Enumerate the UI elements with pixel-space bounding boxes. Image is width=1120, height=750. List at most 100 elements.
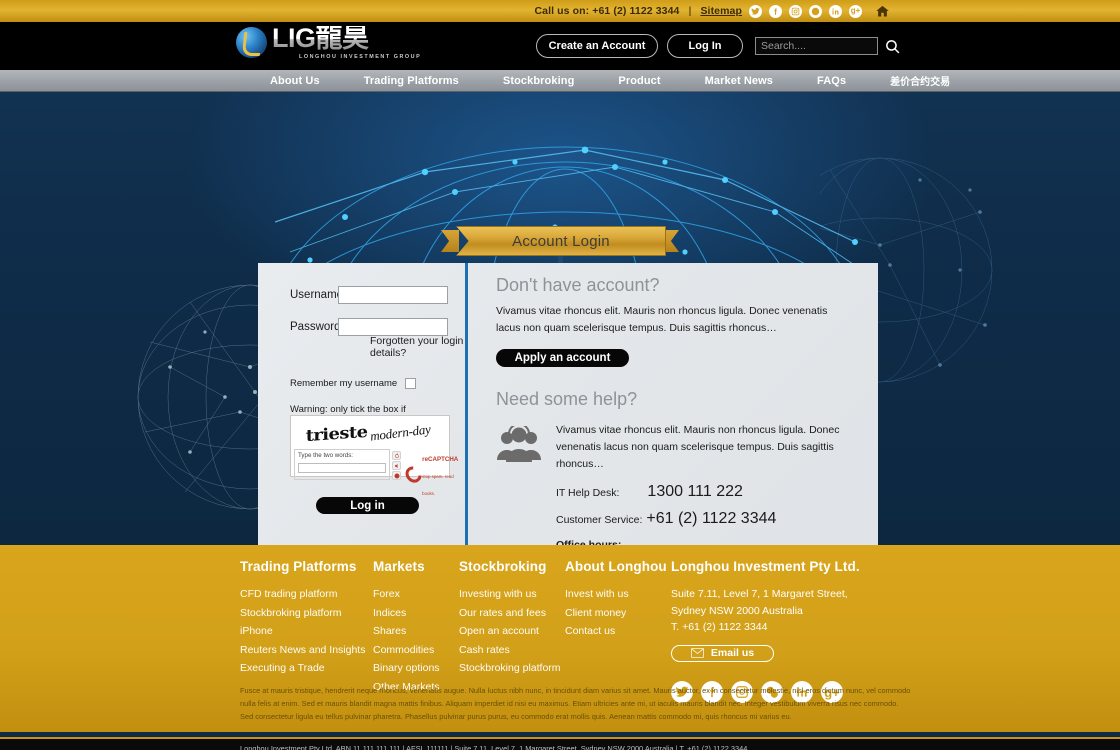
need-help-body: Vivamus vitae rhoncus elit. Mauris non r… (556, 423, 840, 471)
footer-column-company: Longhou Investment Pty Ltd. Suite 7.11, … (671, 559, 891, 704)
instagram-icon[interactable] (789, 4, 802, 18)
search-input[interactable] (755, 37, 878, 55)
captcha-refresh-icon[interactable] (392, 451, 401, 460)
password-input[interactable] (338, 318, 448, 336)
recaptcha-widget[interactable]: trieste modern-day Type the two words: r… (290, 415, 458, 495)
footer-link-shares[interactable]: Shares (373, 625, 459, 637)
globe-wireframe-top-icon (274, 146, 866, 282)
footer-link-cash-rates[interactable]: Cash rates (459, 644, 565, 656)
captcha-word-1: trieste (305, 421, 368, 445)
footer-bottom-bar: Longhou Investment Pty Ltd. ABN 11 111 1… (0, 737, 1120, 750)
footer-link-commodities[interactable]: Commodities (373, 644, 459, 656)
footer-link-investing-with-us[interactable]: Investing with us (459, 588, 565, 600)
footer-heading-about-longhou: About Longhou (565, 559, 667, 574)
footer-column-trading-platforms: Trading Platforms CFD trading platform S… (240, 559, 373, 703)
footer-link-forex[interactable]: Forex (373, 588, 459, 600)
footer-column-markets: Markets Forex Indices Shares Commodities… (373, 559, 459, 703)
site-header: LIG龍昊 LONGHOU INVESTMENT GROUP Create an… (0, 22, 1120, 70)
footer-link-our-rates-and-fees[interactable]: Our rates and fees (459, 607, 565, 619)
envelope-icon (691, 648, 704, 658)
site-footer: Trading Platforms CFD trading platform S… (0, 545, 1120, 732)
it-help-desk-value: 1300 111 222 (647, 482, 743, 500)
customer-service-label: Customer Service: (556, 513, 643, 526)
it-help-desk-label: IT Help Desk: (556, 486, 620, 499)
footer-link-client-money[interactable]: Client money (565, 607, 671, 619)
footer-heading-stockbroking: Stockbroking (459, 559, 547, 574)
nav-item-about-us[interactable]: About Us (248, 75, 342, 87)
footer-company-name: Longhou Investment Pty Ltd. (671, 559, 860, 574)
linkedin-icon[interactable] (829, 4, 842, 18)
footer-column-about-longhou: About Longhou Invest with us Client mone… (565, 559, 671, 703)
captcha-audio-icon[interactable] (392, 461, 401, 470)
login-panel: Username Password Forgotten your login d… (258, 263, 878, 545)
footer-link-iphone[interactable]: iPhone (240, 625, 373, 637)
captcha-input[interactable] (298, 462, 386, 473)
password-label: Password (290, 321, 341, 333)
top-utility-bar: Call us on: +61 (2) 1122 3344 | Sitemap … (0, 0, 1120, 22)
dont-have-account-body: Vivamus vitae rhoncus elit. Mauris non r… (496, 305, 828, 335)
nav-item-trading-platforms[interactable]: Trading Platforms (342, 75, 481, 87)
footer-link-reuters-news[interactable]: Reuters News and Insights (240, 644, 373, 656)
site-logo[interactable]: LIG龍昊 LONGHOU INVESTMENT GROUP (236, 25, 422, 60)
apply-an-account-button[interactable]: Apply an account (496, 348, 629, 367)
recaptcha-challenge-image: trieste modern-day (294, 419, 446, 447)
footer-heading-markets: Markets (373, 559, 425, 574)
page-root: Call us on: +61 (2) 1122 3344 | Sitemap … (0, 0, 1120, 750)
footer-heading-trading-platforms: Trading Platforms (240, 559, 357, 574)
panel-info-column: Don't have account? Vivamus vitae rhoncu… (468, 263, 878, 545)
recaptcha-brand: reCAPTCHA (422, 456, 459, 463)
footer-phone: T. +61 (2) 1122 3344 (671, 621, 768, 634)
footer-address-line-2: Sydney NSW 2000 Australia (671, 604, 803, 617)
googleplus-icon[interactable]: g+ (849, 4, 862, 18)
recaptcha-logo: reCAPTCHA stop spam. read books. (402, 449, 460, 499)
remember-username-checkbox[interactable] (405, 378, 417, 389)
login-form: Username Password Forgotten your login d… (258, 263, 468, 545)
nav-item-product[interactable]: Product (596, 75, 682, 87)
footer-link-executing-a-trade[interactable]: Executing a Trade (240, 662, 373, 674)
footer-link-indices[interactable]: Indices (373, 607, 459, 619)
page-title-ribbon: Account Login (456, 226, 666, 256)
dont-have-account-heading: Don't have account? (496, 275, 660, 295)
captcha-word-2: modern-day (369, 421, 432, 444)
nav-item-stockbroking[interactable]: Stockbroking (481, 75, 597, 87)
create-account-button[interactable]: Create an Account (536, 34, 658, 58)
nav-item-market-news[interactable]: Market News (683, 75, 795, 87)
support-team-icon (496, 422, 542, 545)
username-label: Username (290, 289, 344, 301)
footer-legal-line: Longhou Investment Pty Ltd. ABN 11 111 1… (240, 744, 748, 750)
log-in-submit-button[interactable]: Log in (316, 497, 419, 514)
footer-link-stockbroking-platform-2[interactable]: Stockbroking platform (459, 662, 565, 674)
home-icon[interactable] (875, 4, 890, 19)
remember-username-label: Remember my username (290, 378, 398, 389)
email-us-label: Email us (710, 647, 755, 660)
logo-tagline: LONGHOU INVESTMENT GROUP (299, 53, 422, 60)
captcha-help-icon[interactable] (392, 471, 401, 480)
call-us-text: Call us on: +61 (2) 1122 3344 (534, 5, 680, 17)
nav-item-faqs[interactable]: FAQs (795, 75, 868, 87)
nav-item-cfd-chinese[interactable]: 差价合约交易 (868, 73, 972, 88)
footer-link-binary-options[interactable]: Binary options (373, 662, 459, 674)
customer-service-value: +61 (2) 1122 3344 (646, 509, 777, 527)
twitter-icon[interactable] (749, 4, 762, 18)
need-help-heading: Need some help? (496, 388, 638, 409)
log-in-button[interactable]: Log In (667, 34, 743, 58)
logo-wordmark: LIG龍昊 (272, 25, 421, 52)
email-us-button[interactable]: Email us (671, 644, 774, 662)
search-icon[interactable] (884, 38, 901, 55)
footer-link-invest-with-us[interactable]: Invest with us (565, 588, 671, 600)
sitemap-link[interactable]: Sitemap (700, 5, 742, 17)
footer-link-contact-us[interactable]: Contact us (565, 625, 671, 637)
footer-link-stockbroking-platform[interactable]: Stockbroking platform (240, 607, 373, 619)
skype-icon[interactable] (809, 4, 822, 18)
footer-link-cfd-trading-platform[interactable]: CFD trading platform (240, 588, 373, 600)
footer-disclaimer: Fusce at mauris tristique, hendrerit neq… (240, 686, 911, 721)
footer-address-line-1: Suite 7.11, Level 7, 1 Margaret Street, (671, 588, 848, 600)
footer-link-open-an-account[interactable]: Open an account (459, 625, 565, 637)
captcha-hint: Type the two words: (298, 452, 354, 459)
forgotten-details-link[interactable]: Forgotten your login details? (258, 335, 465, 359)
remember-username-row[interactable]: Remember my username (258, 378, 465, 389)
logo-mark-icon (236, 27, 267, 59)
facebook-icon[interactable] (769, 4, 782, 18)
username-input[interactable] (338, 286, 448, 304)
recaptcha-tagline: stop spam. read books. (422, 473, 454, 496)
